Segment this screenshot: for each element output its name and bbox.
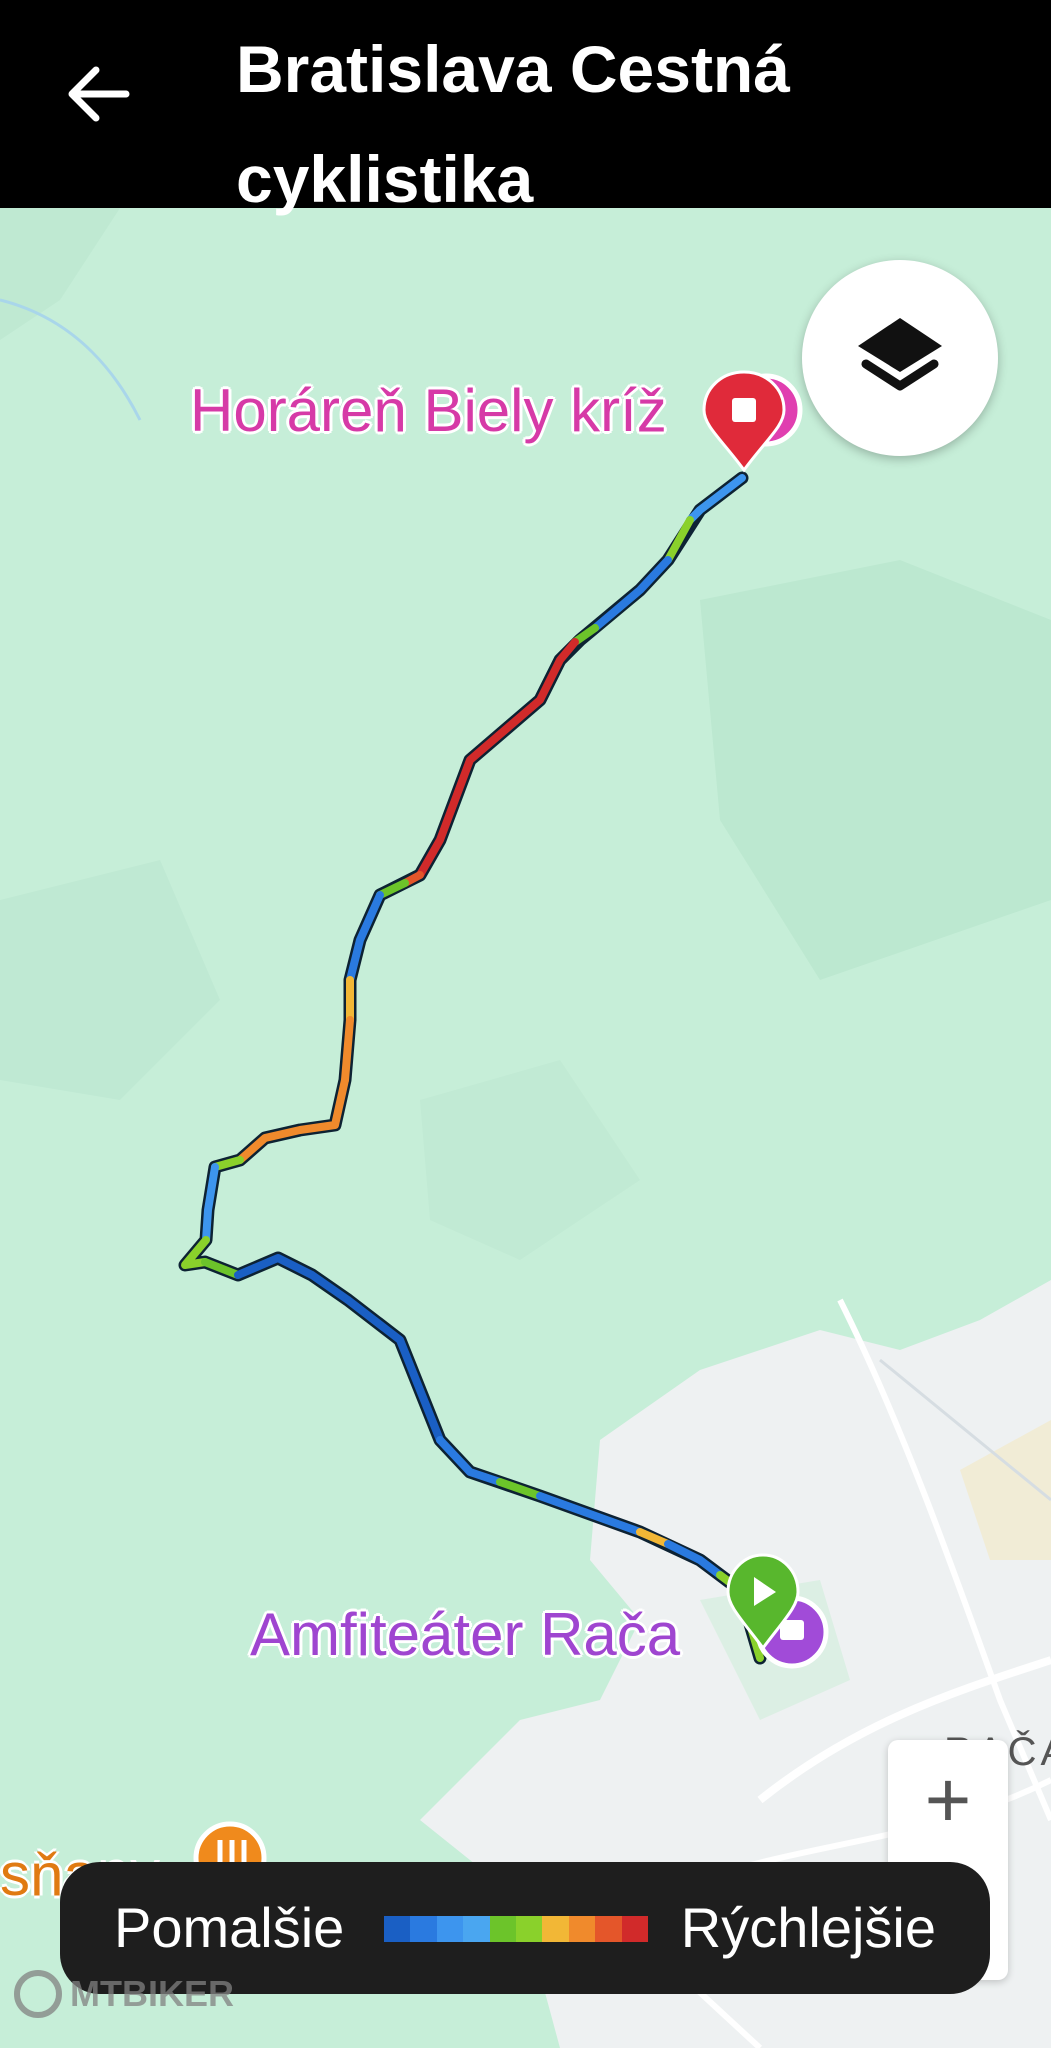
watermark: MTBIKER: [14, 1970, 234, 2018]
legend-slow-label: Pomalšie: [114, 1896, 345, 1959]
legend-color-bar: [384, 1916, 649, 1942]
legend-swatch: [516, 1916, 543, 1942]
legend-swatch: [463, 1916, 490, 1942]
poi-label-bottom[interactable]: Amfiteáter Rača: [250, 1600, 680, 1669]
poi-label-top[interactable]: Horáreň Biely kríž: [190, 376, 667, 445]
back-button[interactable]: [56, 52, 140, 136]
watermark-logo-icon: [14, 1970, 62, 2018]
legend-swatch: [542, 1916, 569, 1942]
top-app-bar: Bratislava Cestná cyklistika: [0, 0, 1051, 216]
legend-swatch: [436, 1916, 464, 1942]
legend-fast-label: Rýchlejšie: [680, 1896, 936, 1959]
page-title: Bratislava Cestná cyklistika: [236, 32, 790, 216]
layers-icon: [858, 318, 942, 391]
zoom-in-button[interactable]: +: [888, 1740, 1008, 1860]
legend-swatch: [384, 1916, 411, 1942]
legend-swatch: [489, 1916, 517, 1942]
legend-swatch: [410, 1916, 437, 1942]
map-view[interactable]: Horáreň Biely kríž Amfiteáter Rača RAČA …: [0, 208, 1051, 2048]
legend-swatch: [568, 1916, 596, 1942]
legend-swatch: [621, 1916, 649, 1942]
map-layers-button[interactable]: [802, 260, 998, 456]
legend-swatch: [595, 1916, 622, 1942]
arrow-left-icon: [68, 66, 130, 122]
